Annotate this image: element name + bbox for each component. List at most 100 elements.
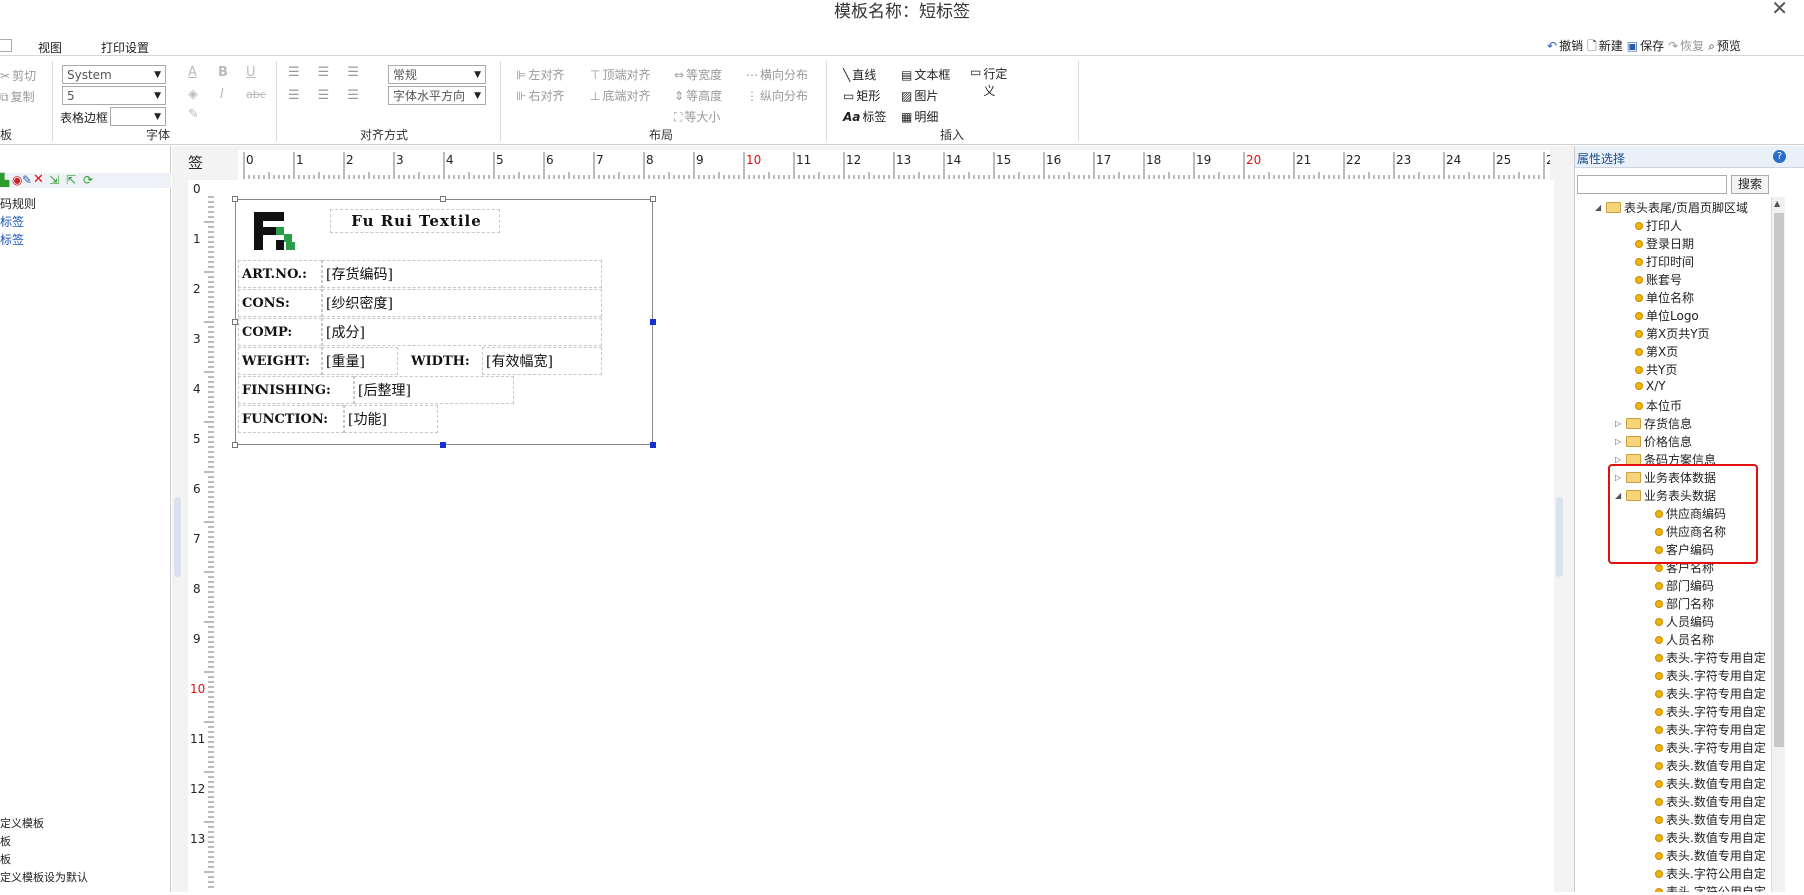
add-icon[interactable]: ▙ [0, 173, 9, 187]
left-bottom-item-1[interactable]: 定义模板 [0, 815, 44, 831]
field-value-finishing[interactable]: [后整理] [354, 376, 514, 404]
same-height-button[interactable]: ⇕ 等高度 [674, 87, 722, 104]
label-tab[interactable]: 签 [188, 152, 203, 173]
tree-leaf[interactable]: 表头.数值专用自定 [1655, 829, 1766, 846]
delete-icon[interactable]: ◉ [12, 173, 22, 187]
edit-icon[interactable]: ✎ [22, 173, 32, 187]
font-color-icon[interactable]: A [188, 65, 197, 80]
distribute-vertical-button[interactable]: ⋮ 纵向分布 [746, 87, 808, 104]
close-icon[interactable]: ✕ [33, 172, 44, 187]
tree-leaf[interactable]: 表头.字符专用自定 [1655, 721, 1766, 738]
tree-scrollbar-thumb[interactable] [1774, 213, 1784, 747]
close-icon[interactable]: ✕ [1771, 0, 1788, 20]
new-button[interactable]: 🗋 新建 [1587, 37, 1623, 54]
field-value-weight[interactable]: [重量] [322, 347, 398, 375]
text-style-select[interactable]: 常规 ▼ [388, 65, 486, 84]
underline-icon[interactable]: U [246, 65, 256, 80]
tree-leaf[interactable]: 部门名称 [1655, 595, 1714, 612]
tree-leaf[interactable]: 打印人 [1635, 217, 1682, 234]
tree-leaf[interactable]: 第X页共Y页 [1635, 325, 1710, 342]
same-width-button[interactable]: ⇔ 等宽度 [674, 66, 722, 83]
vertical-align-icons[interactable]: ☰☰☰ [288, 65, 377, 80]
company-logo[interactable] [254, 212, 296, 250]
tree-leaf[interactable]: 打印时间 [1635, 253, 1694, 270]
tree-leaf[interactable]: 共Y页 [1635, 361, 1677, 378]
cut-button[interactable]: ✂ 剪切 [0, 67, 36, 84]
align-right-button[interactable]: ⊪ 右对齐 [516, 87, 564, 104]
menu-print-settings[interactable]: 打印设置 [101, 39, 149, 56]
expanded-icon[interactable]: ◢ [1595, 203, 1603, 212]
tree-leaf[interactable]: 表头.字符公用自定 [1655, 865, 1766, 882]
left-item-label-2[interactable]: 标签 [0, 231, 24, 248]
insert-line-button[interactable]: ╲ 直线 [843, 66, 876, 83]
tree-leaf[interactable]: 表头.数值专用自定 [1655, 757, 1766, 774]
insert-image-button[interactable]: ▨ 图片 [901, 87, 938, 104]
tree-leaf[interactable]: 人员编码 [1655, 613, 1714, 630]
collapsed-icon[interactable]: ▷ [1615, 419, 1623, 428]
insert-row-def-button[interactable]: ▭ 行定义 [970, 66, 1018, 100]
right-collapse-handle[interactable] [1556, 497, 1563, 577]
tree-leaf[interactable]: 表头.数值专用自定 [1655, 847, 1766, 864]
insert-label-button[interactable]: Aa 标签 [843, 108, 886, 125]
menu-file-stub[interactable] [0, 39, 12, 52]
label-title[interactable]: Fu Rui Textile [330, 209, 500, 233]
horizontal-align-icons[interactable]: ☰☰☰ [288, 88, 377, 103]
align-top-button[interactable]: ⊤ 顶端对齐 [590, 66, 650, 83]
tree-leaf[interactable]: 表头.数值专用自定 [1655, 793, 1766, 810]
tree-node-root[interactable]: ◢ 表头表尾/页眉页脚区域 [1595, 199, 1748, 216]
field-key-width[interactable]: WIDTH: [408, 347, 482, 375]
field-key-weight[interactable]: WEIGHT: [238, 347, 322, 375]
format-painter-icon[interactable]: ✎ [188, 107, 199, 122]
tree-leaf[interactable]: 登录日期 [1635, 235, 1694, 252]
insert-detail-button[interactable]: ▦ 明细 [901, 108, 938, 125]
left-bottom-item-3[interactable]: 板 [0, 851, 11, 867]
tree-leaf[interactable]: 部门编码 [1655, 577, 1714, 594]
insert-textbox-button[interactable]: ▤ 文本框 [901, 66, 950, 83]
refresh-icon[interactable]: ⟳ [83, 173, 93, 187]
field-key-cons[interactable]: CONS: [238, 289, 322, 317]
resize-handle[interactable] [650, 319, 656, 325]
text-direction-select[interactable]: 字体水平方向 ▼ [388, 86, 486, 105]
field-value-width[interactable]: [有效幅宽] [482, 347, 602, 375]
design-surface[interactable]: Fu Rui Textile ART.NO.: [存货编码] CONS: [纱织… [214, 180, 1554, 892]
scroll-up-icon[interactable]: ▲ [1774, 199, 1780, 208]
resize-handle[interactable] [232, 442, 238, 448]
search-button[interactable]: 搜索 [1731, 175, 1769, 194]
tree-leaf[interactable]: 单位名称 [1635, 289, 1694, 306]
undo-button[interactable]: ↶ 撤销 [1547, 37, 1583, 54]
align-left-button[interactable]: ⊫ 左对齐 [516, 66, 564, 83]
collapsed-icon[interactable]: ▷ [1615, 455, 1623, 464]
left-collapse-handle[interactable] [174, 497, 181, 577]
tree-leaf[interactable]: X/Y [1635, 379, 1666, 393]
tree-leaf[interactable]: 表头.字符专用自定 [1655, 739, 1766, 756]
menu-view[interactable]: 视图 [38, 39, 62, 56]
tree-leaf[interactable]: 表头.字符专用自定 [1655, 649, 1766, 666]
field-key-function[interactable]: FUNCTION: [238, 405, 344, 433]
save-button[interactable]: ▣ 保存 [1627, 37, 1664, 54]
field-key-art-no[interactable]: ART.NO.: [238, 260, 322, 288]
field-value-comp[interactable]: [成分] [322, 318, 602, 346]
left-bottom-item-2[interactable]: 板 [0, 833, 11, 849]
align-bottom-button[interactable]: ⊥ 底端对齐 [590, 87, 650, 104]
insert-rect-button[interactable]: ▭ 矩形 [843, 87, 880, 104]
font-size-select[interactable]: 5 ▼ [62, 86, 166, 105]
tree-node-folder[interactable]: ▷ 价格信息 [1615, 433, 1692, 450]
left-item-code-rule[interactable]: 码规则 [0, 195, 36, 212]
tree-leaf[interactable]: 表头.数值专用自定 [1655, 775, 1766, 792]
copy-button[interactable]: ⧉ 复制 [0, 88, 35, 105]
tree-leaf[interactable]: 第X页 [1635, 343, 1678, 360]
table-border-select[interactable]: ▼ [110, 107, 166, 126]
field-value-function[interactable]: [功能] [344, 405, 438, 433]
resize-handle[interactable] [232, 196, 238, 202]
resize-handle[interactable] [650, 196, 656, 202]
tree-leaf[interactable]: 表头.字符专用自定 [1655, 685, 1766, 702]
fill-color-icon[interactable]: ◈ [188, 87, 198, 102]
resize-handle[interactable] [440, 196, 446, 202]
redo-button[interactable]: ↷ 恢复 [1668, 37, 1704, 54]
distribute-horizontal-button[interactable]: ⋯ 横向分布 [746, 66, 808, 83]
tree-node-folder[interactable]: ▷ 存货信息 [1615, 415, 1692, 432]
collapsed-icon[interactable]: ▷ [1615, 437, 1623, 446]
field-value-art-no[interactable]: [存货编码] [322, 260, 602, 288]
left-bottom-item-4[interactable]: 定义模板设为默认 [0, 869, 88, 885]
field-key-finishing[interactable]: FINISHING: [238, 376, 354, 404]
